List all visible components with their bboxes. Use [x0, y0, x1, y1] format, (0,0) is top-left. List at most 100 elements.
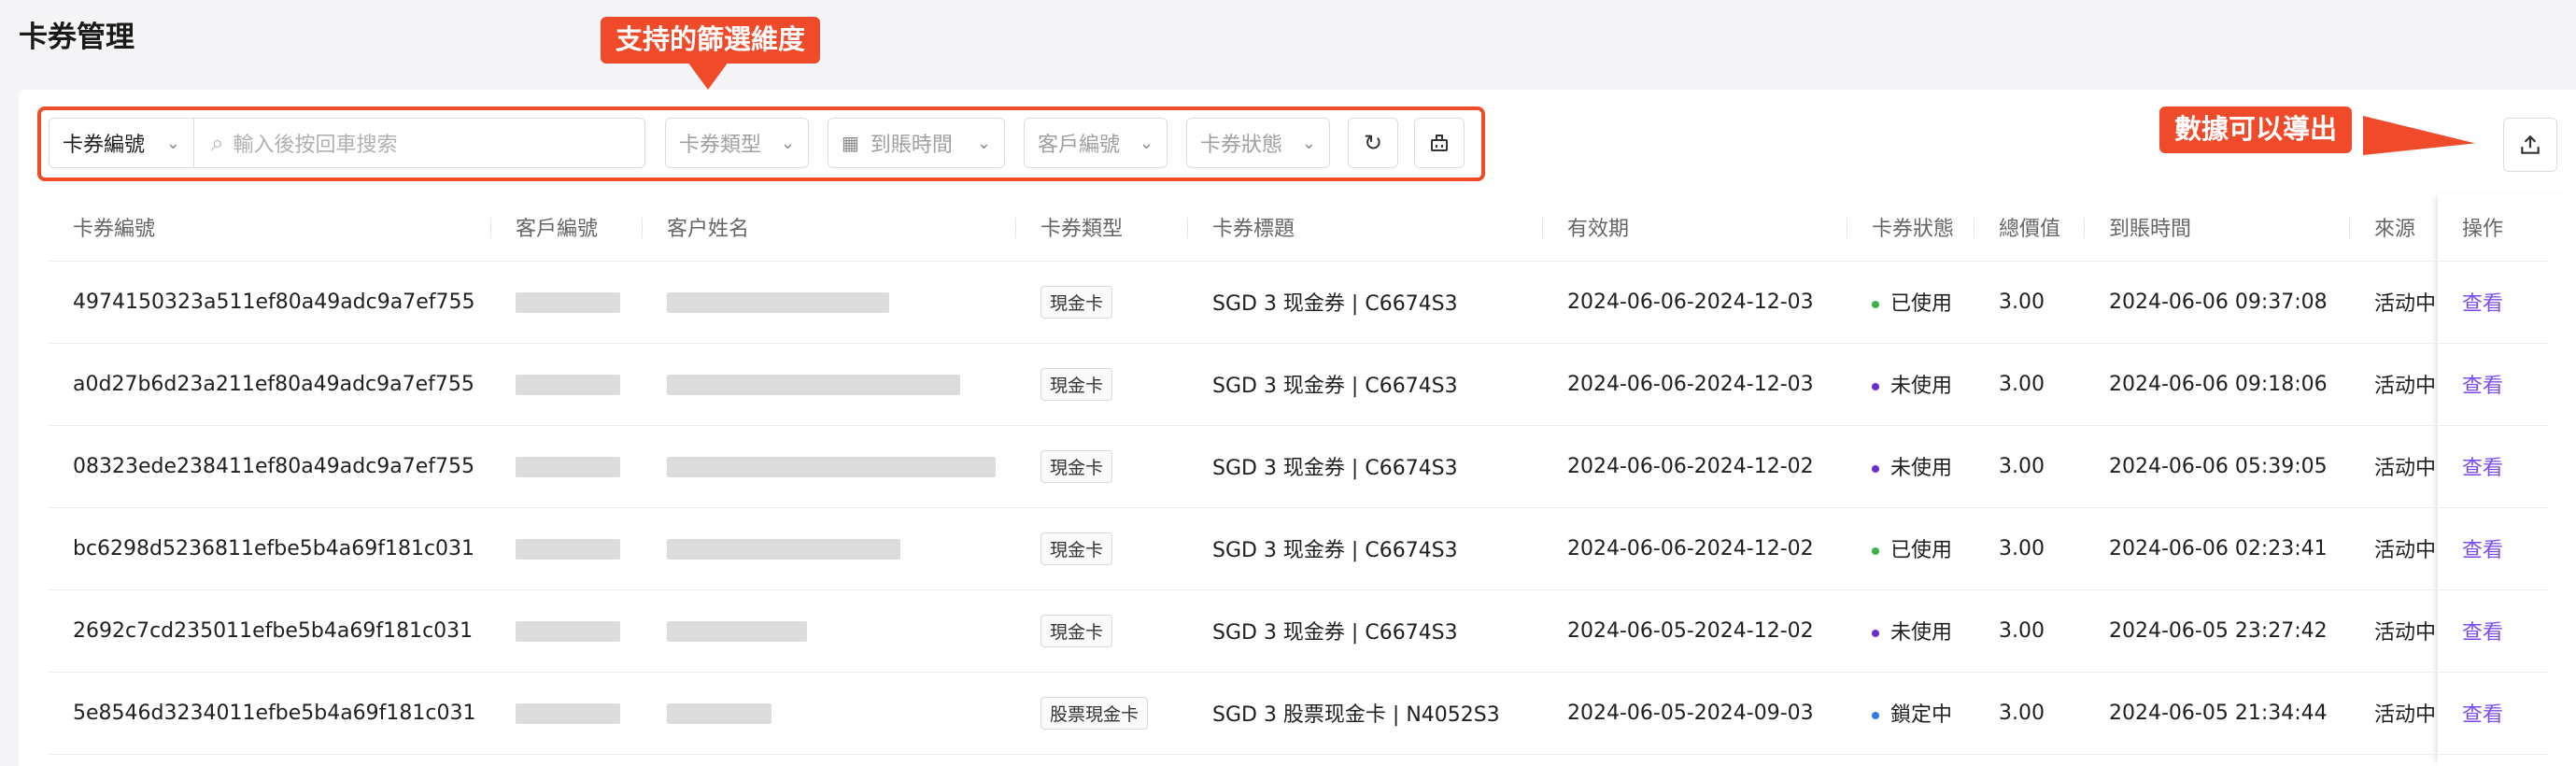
customer-id-redacted — [491, 425, 643, 508]
coupon-code: 08323ede238411ef80a49adc9a7ef755 — [49, 425, 491, 508]
total-value: 3.00 — [1974, 343, 2085, 426]
customer-name-redacted — [643, 261, 1016, 344]
action-cell: 查看 — [2436, 672, 2549, 755]
source: 活动中 — [2350, 261, 2437, 344]
col-header: 有效期 — [1543, 193, 1847, 262]
source: 活动中 — [2350, 343, 2437, 426]
col-header: 卡券編號 — [49, 193, 491, 262]
chevron-down-icon: ⌄ — [165, 133, 180, 153]
chevron-down-icon: ⌄ — [780, 133, 795, 153]
redacted-name — [667, 538, 900, 560]
table-row: 08323ede238411ef80a49adc9a7ef755 現金卡 SGD 3… — [49, 425, 2549, 508]
table-row: 4974150323a511ef80a49adc9a7ef755 現金卡 SGD 3… — [49, 261, 2549, 344]
view-link[interactable]: 查看 — [2462, 621, 2503, 645]
col-header: 操作 — [2436, 193, 2549, 262]
customer-id-redacted — [491, 507, 643, 590]
filters-callout: 支持的篩選維度 — [601, 17, 821, 64]
arrival-date-label: 到賬時間 — [870, 134, 953, 157]
table-row: 2692c7cd235011efbe5b4a69f181c031 現金卡 SGD 3… — [49, 589, 2549, 673]
page-title: 卡券管理 — [19, 21, 134, 54]
coupon-type-cell: 現金卡 — [1016, 507, 1188, 590]
export-icon — [2521, 135, 2540, 154]
table-row: bc6298d5236811efbe5b4a69f181c031 現金卡 SGD 3… — [49, 507, 2549, 590]
table-row: 5e8546d3234011efbe5b4a69f181c031 股票現金卡 SGD… — [49, 672, 2549, 755]
coupon-type-tag: 現金卡 — [1040, 449, 1113, 483]
coupon-type-cell: 現金卡 — [1016, 261, 1188, 344]
coupon-code: 4974150323a511ef80a49adc9a7ef755 — [49, 261, 491, 344]
clear-filters-button[interactable] — [1414, 118, 1465, 168]
action-cell: 查看 — [2436, 261, 2549, 344]
coupon-status-filter[interactable]: 卡券狀態 ⌄ — [1186, 118, 1330, 168]
customer-id-label: 客戶編號 — [1038, 134, 1121, 157]
arrival-time: 2024-06-06 09:18:06 — [2085, 343, 2350, 426]
arrival-date-filter[interactable]: ▦ 到賬時間 ⌄ — [828, 118, 1005, 168]
status-cell: 未使用 — [1847, 343, 1974, 426]
table-row: a0d27b6d23a211ef80a49adc9a7ef755 現金卡 SGD 3… — [49, 343, 2549, 426]
arrival-time: 2024-06-06 05:39:05 — [2085, 425, 2350, 508]
coupon-type-filter[interactable]: 卡券類型 ⌄ — [665, 118, 809, 168]
coupon-code: bc6298d5236811efbe5b4a69f181c031 — [49, 507, 491, 590]
view-link[interactable]: 查看 — [2462, 703, 2503, 727]
customer-id-redacted — [491, 261, 643, 344]
action-cell: 查看 — [2436, 507, 2549, 590]
arrival-time: 2024-06-05 21:34:44 — [2085, 672, 2350, 755]
redacted-name — [667, 702, 771, 724]
total-value: 3.00 — [1974, 589, 2085, 673]
chevron-down-icon: ⌄ — [976, 133, 991, 153]
export-callout: 數據可以導出 — [2159, 106, 2353, 153]
clear-filter-icon — [1431, 135, 1448, 151]
status-text: 鎖定中 — [1890, 703, 1953, 727]
status-dot — [1872, 547, 1879, 555]
coupon-type-tag: 股票現金卡 — [1040, 696, 1149, 730]
source: 活动中 — [2350, 507, 2437, 590]
coupon-type-cell: 股票現金卡 — [1016, 672, 1188, 755]
status-cell: 未使用 — [1847, 589, 1974, 673]
search-input[interactable]: ⌕ 輸入後按回車搜索 — [193, 118, 645, 168]
col-header: 到賬時間 — [2085, 193, 2350, 262]
customer-name-redacted — [643, 507, 1016, 590]
customer-id-filter[interactable]: 客戶編號 ⌄ — [1024, 118, 1168, 168]
status-cell: 已使用 — [1847, 507, 1974, 590]
table-header-row: 卡券編號 客戶編號 客户姓名 卡券類型 卡券標題 有效期 卡券狀態 總價值 到賬… — [49, 193, 2549, 262]
chevron-down-icon: ⌄ — [1139, 133, 1154, 153]
callout-pointer — [687, 62, 729, 90]
coupon-type-tag: 現金卡 — [1040, 614, 1113, 647]
status-dot — [1872, 301, 1879, 308]
coupon-type-label: 卡券類型 — [679, 134, 762, 157]
view-link[interactable]: 查看 — [2462, 539, 2503, 562]
export-button[interactable] — [2503, 118, 2557, 172]
total-value: 3.00 — [1974, 261, 2085, 344]
search-icon: ⌕ — [211, 130, 224, 156]
refresh-button[interactable]: ↻ — [1348, 118, 1398, 168]
coupon-code: 2692c7cd235011efbe5b4a69f181c031 — [49, 589, 491, 673]
customer-id-redacted — [491, 343, 643, 426]
action-cell: 查看 — [2436, 343, 2549, 426]
total-value: 3.00 — [1974, 425, 2085, 508]
search-key-select[interactable]: 卡券編號 ⌄ — [49, 118, 194, 168]
validity-period: 2024-06-05-2024-09-03 — [1543, 672, 1847, 755]
redacted-name — [667, 456, 996, 477]
arrival-time: 2024-06-06 09:37:08 — [2085, 261, 2350, 344]
view-link[interactable]: 查看 — [2462, 457, 2503, 480]
col-header: 來源 — [2350, 193, 2437, 262]
source: 活动中 — [2350, 672, 2437, 755]
status-text: 未使用 — [1890, 375, 1953, 398]
coupon-type-tag: 現金卡 — [1040, 285, 1113, 319]
validity-period: 2024-06-06-2024-12-03 — [1543, 261, 1847, 344]
view-link[interactable]: 查看 — [2462, 292, 2503, 316]
status-cell: 已使用 — [1847, 261, 1974, 344]
coupon-title: SGD 3 现金券 | C6674S3 — [1188, 589, 1543, 673]
coupon-title: SGD 3 现金券 | C6674S3 — [1188, 343, 1543, 426]
status-dot — [1872, 630, 1879, 637]
validity-period: 2024-06-06-2024-12-03 — [1543, 343, 1847, 426]
validity-period: 2024-06-06-2024-12-02 — [1543, 507, 1847, 590]
chevron-down-icon: ⌄ — [1301, 133, 1316, 153]
status-text: 已使用 — [1890, 539, 1953, 562]
coupon-table: 卡券編號 客戶編號 客户姓名 卡券類型 卡券標題 有效期 卡券狀態 總價值 到賬… — [49, 193, 2549, 755]
view-link[interactable]: 查看 — [2462, 375, 2503, 398]
coupon-type-tag: 現金卡 — [1040, 532, 1113, 565]
search-placeholder: 輸入後按回車搜索 — [233, 134, 398, 157]
status-text: 未使用 — [1890, 457, 1953, 480]
customer-id-redacted — [491, 672, 643, 755]
col-header: 客户姓名 — [643, 193, 1016, 262]
